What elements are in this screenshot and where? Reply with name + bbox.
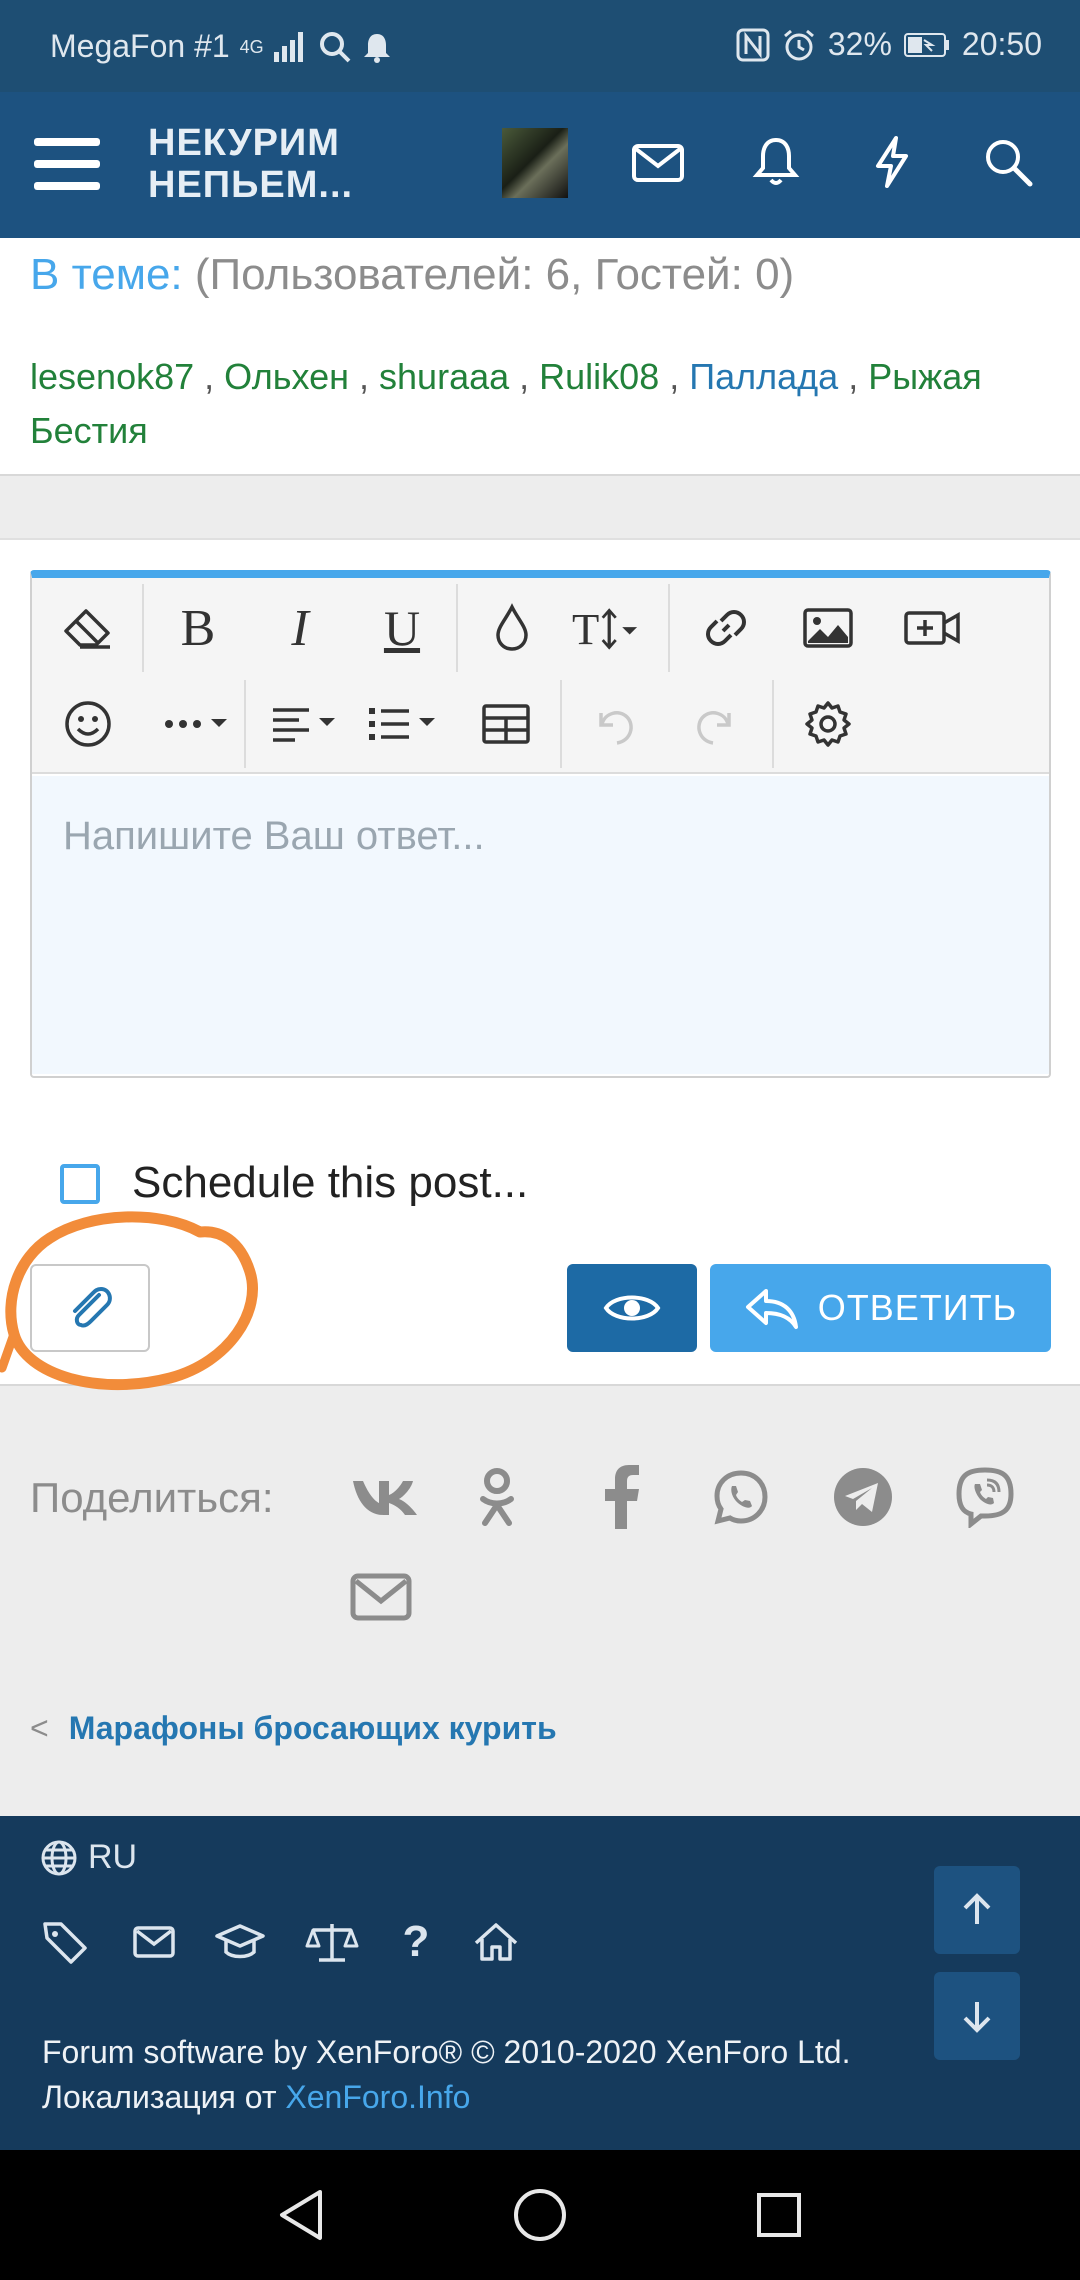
bold-icon[interactable]: B <box>158 588 238 668</box>
home-circle-icon <box>514 2189 566 2241</box>
scroll-bottom-button[interactable] <box>934 1972 1020 2060</box>
recents-square-icon <box>757 2193 801 2237</box>
schedule-checkbox[interactable] <box>60 1164 100 1204</box>
breadcrumb-link[interactable]: Марафоны бросающих курить <box>69 1710 557 1747</box>
nfc-icon <box>736 28 770 61</box>
home-icon[interactable] <box>468 1914 524 1970</box>
eraser-icon[interactable] <box>48 588 128 668</box>
mail-icon[interactable] <box>628 132 688 192</box>
arrow-up-icon <box>963 1893 991 1924</box>
reply-button-label: ОТВЕТИТЬ <box>817 1287 1018 1328</box>
eye-icon <box>603 1295 661 1321</box>
smile-icon[interactable] <box>48 684 128 764</box>
scales-icon[interactable] <box>304 1914 360 1970</box>
user-list: lesenok87 , Ольхен , shuraaa , Rulik08 ,… <box>30 356 982 451</box>
color-drop-icon[interactable] <box>472 588 552 668</box>
telegram-icon[interactable] <box>828 1462 898 1532</box>
signal-icon <box>273 31 303 62</box>
list-icon[interactable] <box>358 684 458 764</box>
search-icon[interactable] <box>978 132 1038 192</box>
italic-icon[interactable]: I <box>260 588 340 668</box>
align-icon[interactable] <box>260 684 360 764</box>
localization-prefix: Локализация от <box>42 2079 286 2115</box>
localization-line: Локализация от XenForo.Info <box>42 2075 850 2120</box>
clock: 20:50 <box>961 26 1042 62</box>
globe-icon <box>41 1840 77 1875</box>
tags-icon[interactable] <box>38 1914 94 1970</box>
home-nav-button[interactable] <box>505 2180 575 2250</box>
status-bar: MegaFon #1 4G 32% 20:50 <box>0 0 1080 92</box>
back-nav-button[interactable] <box>266 2180 336 2250</box>
battery-icon <box>903 32 949 57</box>
copyright: Forum software by XenForo® © 2010-2020 X… <box>42 2030 850 2120</box>
notification-bell-icon <box>363 33 390 63</box>
viber-icon[interactable] <box>950 1462 1020 1532</box>
search-icon <box>319 31 351 62</box>
table-icon[interactable] <box>466 684 546 764</box>
reply-arrow-icon <box>745 1289 798 1329</box>
user-link[interactable]: Паллада <box>689 356 838 397</box>
font-size-icon[interactable]: T <box>572 588 652 668</box>
battery-percent: 32% <box>827 26 892 62</box>
share-label: Поделиться: <box>30 1474 274 1521</box>
back-triangle-icon <box>280 2190 322 2240</box>
copyright-line: Forum software by XenForo® © 2010-2020 X… <box>42 2034 851 2070</box>
help-icon[interactable]: ? <box>388 1914 444 1970</box>
preview-button[interactable] <box>567 1264 697 1352</box>
chevron-left-icon: < <box>30 1710 49 1746</box>
arrow-down-icon <box>963 2002 991 2033</box>
localization-link[interactable]: XenForo.Info <box>285 2079 470 2115</box>
in-topic-counts: (Пользователей: 6, Гостей: 0) <box>194 250 795 299</box>
facebook-icon[interactable] <box>586 1462 656 1532</box>
logo-line-1: НЕКУРИМ <box>148 122 340 164</box>
alerts-bell-icon[interactable] <box>746 132 806 192</box>
video-icon[interactable] <box>892 588 972 668</box>
gear-icon[interactable] <box>788 684 868 764</box>
user-link[interactable]: lesenok87 <box>30 356 194 397</box>
annotation-circle <box>0 1211 258 1390</box>
in-topic-label: В теме: <box>30 250 183 299</box>
user-avatar[interactable] <box>502 128 568 198</box>
user-link[interactable]: shuraaa <box>379 356 509 397</box>
undo-icon[interactable] <box>574 684 654 764</box>
alarm-icon <box>783 29 814 60</box>
more-icon[interactable] <box>150 684 250 764</box>
recents-nav-button[interactable] <box>744 2180 814 2250</box>
editor-toolbar: B I U T <box>32 578 1049 774</box>
email-icon[interactable] <box>346 1562 416 1632</box>
odnoklassniki-icon[interactable] <box>462 1462 532 1532</box>
contact-mail-icon[interactable] <box>126 1914 182 1970</box>
image-icon[interactable] <box>788 588 868 668</box>
hamburger-menu-icon[interactable] <box>34 136 100 192</box>
language-code: RU <box>88 1838 138 1876</box>
network-type: 4G <box>239 36 264 57</box>
lightning-icon[interactable] <box>862 132 922 192</box>
breadcrumb[interactable]: < Марафоны бросающих курить <box>30 1710 557 1747</box>
logo-line-2: НЕПЬЕМ... <box>148 164 354 206</box>
user-link[interactable]: Ольхен <box>224 356 349 397</box>
site-logo[interactable]: НЕКУРИМ НЕПЬЕМ... <box>148 122 353 206</box>
reply-button[interactable]: ОТВЕТИТЬ <box>710 1264 1051 1352</box>
carrier-name: MegaFon #1 <box>50 28 230 64</box>
scroll-top-button[interactable] <box>934 1866 1020 1954</box>
redo-icon[interactable] <box>676 684 756 764</box>
underline-icon[interactable]: U <box>362 588 442 668</box>
whatsapp-icon[interactable] <box>706 1462 776 1532</box>
in-topic-heading: В теме: (Пользователей: 6, Гостей: 0) <box>30 250 794 300</box>
reply-placeholder: Напишите Ваш ответ... <box>63 814 485 858</box>
graduation-cap-icon[interactable] <box>212 1914 268 1970</box>
language-selector[interactable]: RU <box>40 1838 137 1877</box>
user-link[interactable]: Rulik08 <box>539 356 659 397</box>
vk-icon[interactable] <box>342 1462 432 1532</box>
link-icon[interactable] <box>686 588 766 668</box>
svg-text:T: T <box>572 604 599 653</box>
